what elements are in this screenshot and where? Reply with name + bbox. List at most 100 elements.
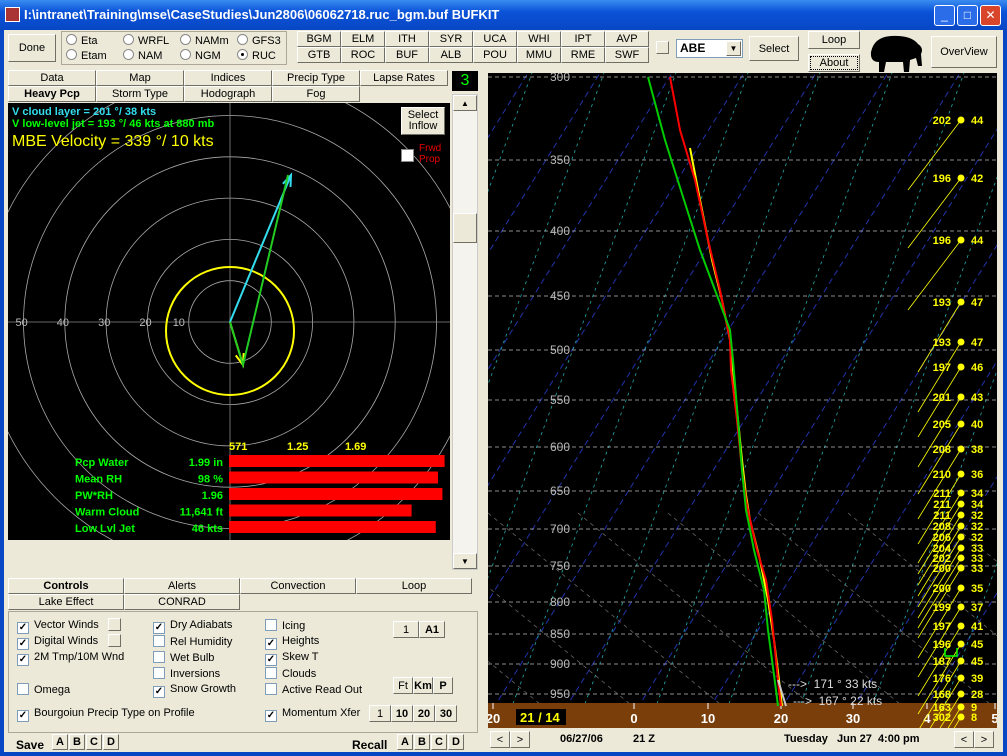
vector-winds-option[interactable] (108, 618, 121, 631)
station-button-gtb[interactable]: GTB (297, 47, 341, 63)
radio-icon[interactable] (66, 34, 77, 45)
checkmark-icon[interactable]: ✓ (265, 710, 277, 722)
station-button-avp[interactable]: AVP (605, 31, 649, 47)
unit-button-km[interactable]: Km (413, 677, 433, 694)
overview-button[interactable]: OverView (931, 36, 997, 68)
prev-frame-button[interactable]: < (954, 731, 974, 748)
station-button-uca[interactable]: UCA (473, 31, 517, 47)
momentum-button-20[interactable]: 20 (413, 705, 435, 722)
station-button-ith[interactable]: ITH (385, 31, 429, 47)
station-button-alb[interactable]: ALB (429, 47, 473, 63)
checkbox-wet-bulb[interactable]: Wet Bulb (153, 651, 214, 664)
checkbox-box[interactable] (17, 683, 29, 695)
save-slot-d[interactable]: D (103, 734, 119, 750)
checkmark-icon[interactable]: ✓ (153, 686, 165, 698)
checkbox-bourgoiun-precip-type-on-profile[interactable]: ✓ Bourgoiun Precip Type on Profile (17, 707, 195, 722)
next-frame-button[interactable]: > (974, 731, 994, 748)
tab-lake-effect[interactable]: Lake Effect (8, 594, 124, 610)
tab-fog[interactable]: Fog (272, 86, 360, 102)
frwd-prop-checkbox[interactable] (401, 149, 414, 162)
prev-time-button[interactable]: < (490, 731, 510, 748)
checkbox-digital-winds[interactable]: ✓ Digital Winds (17, 635, 98, 650)
view-button-1[interactable]: 1 (393, 621, 419, 638)
momentum-button-10[interactable]: 10 (391, 705, 413, 722)
checkbox-box[interactable] (265, 683, 277, 695)
checkbox-active-read-out[interactable]: Active Read Out (265, 683, 362, 696)
checkbox-icing[interactable]: Icing (265, 619, 305, 632)
model-radio-namm[interactable]: NAMm (180, 34, 229, 47)
station-button-ipt[interactable]: IPT (561, 31, 605, 47)
done-button[interactable]: Done (8, 34, 56, 62)
tab-hodograph[interactable]: Hodograph (184, 86, 272, 102)
tab-storm-type[interactable]: Storm Type (96, 86, 184, 102)
digital-winds-option[interactable] (108, 634, 121, 647)
checkbox-2m-tmp-10m-wnd[interactable]: ✓ 2M Tmp/10M Wnd (17, 651, 124, 666)
station-dropdown[interactable]: ABE ▼ (676, 39, 743, 58)
radio-icon[interactable] (180, 34, 191, 45)
checkbox-box[interactable] (153, 651, 165, 663)
station-button-bgm[interactable]: BGM (297, 31, 341, 47)
tab-conrad[interactable]: CONRAD (124, 594, 240, 610)
tab-convection[interactable]: Convection (240, 578, 356, 594)
model-radio-etam[interactable]: Etam (66, 49, 107, 62)
checkbox-rel-humidity[interactable]: Rel Humidity (153, 635, 232, 648)
checkbox-snow-growth[interactable]: ✓ Snow Growth (153, 683, 236, 698)
recall-slot-b[interactable]: B (414, 734, 430, 750)
save-slot-a[interactable]: A (52, 734, 68, 750)
save-slot-b[interactable]: B (69, 734, 85, 750)
checkmark-icon[interactable]: ✓ (153, 622, 165, 634)
next-time-button[interactable]: > (510, 731, 530, 748)
momentum-button-1[interactable]: 1 (369, 705, 391, 722)
checkmark-icon[interactable]: ✓ (265, 638, 277, 650)
checkbox-box[interactable] (153, 667, 165, 679)
model-radio-gfs3[interactable]: GFS3 (237, 34, 281, 47)
checkbox-heights[interactable]: ✓ Heights (265, 635, 319, 650)
unit-button-ft[interactable]: Ft (393, 677, 413, 694)
tab-alerts[interactable]: Alerts (124, 578, 240, 594)
tab-data[interactable]: Data (8, 70, 96, 86)
tab-controls[interactable]: Controls (8, 578, 124, 594)
tab-heavy-pcp[interactable]: Heavy Pcp (8, 86, 96, 102)
radio-icon[interactable] (237, 49, 248, 60)
station-button-swf[interactable]: SWF (605, 47, 649, 63)
tab-lapse-rates[interactable]: Lapse Rates (360, 70, 448, 86)
model-radio-ngm[interactable]: NGM (180, 49, 221, 62)
maximize-button[interactable]: □ (957, 5, 978, 26)
station-button-whi[interactable]: WHI (517, 31, 561, 47)
station-button-mmu[interactable]: MMU (517, 47, 561, 63)
scroll-down-button[interactable]: ▼ (453, 553, 477, 569)
model-radio-eta[interactable]: Eta (66, 34, 98, 47)
minimize-button[interactable]: _ (934, 5, 955, 26)
checkbox-inversions[interactable]: Inversions (153, 667, 220, 680)
radio-icon[interactable] (180, 49, 191, 60)
save-slot-c[interactable]: C (86, 734, 102, 750)
station-button-pou[interactable]: POU (473, 47, 517, 63)
model-radio-nam[interactable]: NAM (123, 49, 162, 62)
view-button-a1[interactable]: A1 (419, 621, 445, 638)
chevron-down-icon[interactable]: ▼ (726, 41, 741, 56)
station-button-rme[interactable]: RME (561, 47, 605, 63)
checkbox-skew-t[interactable]: ✓ Skew T (265, 651, 318, 666)
tab-precip-type[interactable]: Precip Type (272, 70, 360, 86)
station-button-elm[interactable]: ELM (341, 31, 385, 47)
checkbox-box[interactable] (153, 635, 165, 647)
loop-button[interactable]: Loop (808, 31, 860, 49)
station-button-buf[interactable]: BUF (385, 47, 429, 63)
recall-slot-d[interactable]: D (448, 734, 464, 750)
scroll-thumb[interactable] (453, 213, 477, 243)
tab-loop[interactable]: Loop (356, 578, 472, 594)
checkbox-box[interactable] (265, 667, 277, 679)
vertical-scrollbar[interactable]: ▲ ▼ (452, 94, 478, 570)
model-radio-ruc[interactable]: RUC (237, 49, 276, 62)
checkmark-icon[interactable]: ✓ (17, 638, 29, 650)
unit-button-p[interactable]: P (433, 677, 453, 694)
station-button-syr[interactable]: SYR (429, 31, 473, 47)
checkmark-icon[interactable]: ✓ (17, 622, 29, 634)
scroll-up-button[interactable]: ▲ (453, 95, 477, 111)
recall-slot-a[interactable]: A (397, 734, 413, 750)
recall-slot-c[interactable]: C (431, 734, 447, 750)
select-button[interactable]: Select (749, 36, 799, 61)
select-inflow-button[interactable]: Select Inflow (401, 107, 445, 135)
momentum-button-30[interactable]: 30 (435, 705, 457, 722)
checkmark-icon[interactable]: ✓ (17, 710, 29, 722)
